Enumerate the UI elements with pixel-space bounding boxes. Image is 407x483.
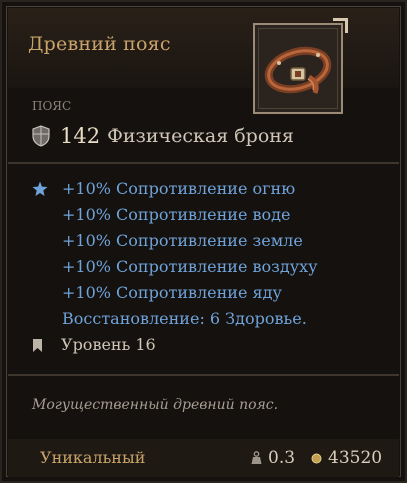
stats-list: +10% Сопротивление огню +10% Сопротивлен… xyxy=(32,176,318,332)
level-text: Уровень 16 xyxy=(61,335,156,354)
rarity-label: Уникальный xyxy=(40,448,146,467)
stat-line: +10% Сопротивление огню xyxy=(62,179,296,198)
stat-line: Восстановление: 6 Здоровье. xyxy=(62,309,307,328)
weight-icon xyxy=(251,451,262,464)
armor-label: Физическая броня xyxy=(107,125,294,147)
price: 43520 xyxy=(311,448,382,468)
item-tooltip: Древний пояс ПОЯС 142 Физическая броня +… xyxy=(0,0,407,483)
portrait-corner-ornament xyxy=(333,18,348,33)
stat-line: +10% Сопротивление воздуху xyxy=(62,257,318,276)
tooltip-footer: Уникальный 0.3 43520 xyxy=(8,439,399,477)
weight: 0.3 xyxy=(251,448,295,468)
armor-value: 142 xyxy=(60,124,101,148)
item-name: Древний пояс xyxy=(28,33,171,55)
level-row: Уровень 16 xyxy=(32,332,156,358)
divider xyxy=(8,374,399,376)
price-value: 43520 xyxy=(328,448,383,468)
stat-line: +10% Сопротивление яду xyxy=(62,283,282,302)
level-bookmark-icon xyxy=(33,338,42,352)
item-portrait[interactable] xyxy=(253,18,348,114)
belt-icon xyxy=(264,46,332,94)
star-icon xyxy=(32,181,48,196)
item-category: ПОЯС xyxy=(32,99,72,113)
divider xyxy=(8,162,399,164)
shield-icon xyxy=(32,125,50,147)
armor-row: 142 Физическая броня xyxy=(32,122,294,150)
item-description: Могущественный древний пояс. xyxy=(32,397,279,413)
stat-line: +10% Сопротивление воде xyxy=(62,205,291,224)
stat-line: +10% Сопротивление земле xyxy=(62,231,303,250)
weight-value: 0.3 xyxy=(268,448,296,468)
coin-icon xyxy=(311,453,322,463)
